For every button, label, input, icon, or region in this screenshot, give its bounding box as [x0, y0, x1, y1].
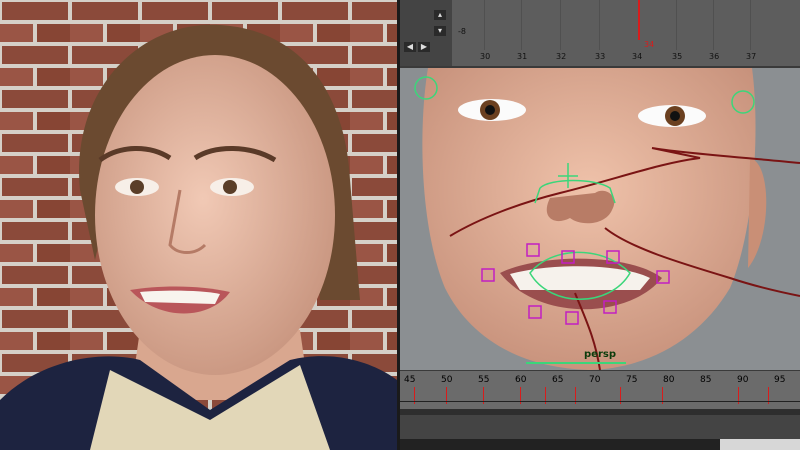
graph-x-tick: 32 — [556, 52, 567, 61]
command-result — [720, 439, 800, 450]
graph-x-tick: 33 — [595, 52, 606, 61]
range-slider[interactable] — [400, 409, 800, 450]
graph-x-tick: 36 — [709, 52, 720, 61]
graph-gridline — [521, 0, 522, 50]
reference-photo — [0, 0, 397, 450]
face-rig-render — [400, 68, 800, 370]
timeline-tick: 95 — [774, 375, 786, 385]
nav-next-button[interactable]: ▶ — [418, 42, 430, 52]
timeline-tick: 85 — [700, 375, 712, 385]
current-frame-label: 34 — [644, 40, 655, 49]
perspective-viewport[interactable]: persp — [400, 68, 800, 370]
graph-editor[interactable]: ▴ ▾ ◀ ▶ -8 30 31 32 33 34 35 36 37 34 — [400, 0, 800, 66]
current-frame-marker[interactable] — [638, 0, 640, 40]
animation-app: ▴ ▾ ◀ ▶ -8 30 31 32 33 34 35 36 37 34 pe… — [400, 0, 800, 450]
graph-editor-sidebar: ▴ ▾ ◀ ▶ — [400, 0, 452, 66]
graph-x-tick: 30 — [480, 52, 491, 61]
camera-label: persp — [584, 349, 616, 360]
timeline-tick: 50 — [441, 375, 453, 385]
graph-gridline — [750, 0, 751, 50]
timeline-tick: 80 — [663, 375, 675, 385]
timeline-tick: 90 — [737, 375, 749, 385]
timeline-tick: 45 — [404, 375, 416, 385]
range-bar — [400, 409, 800, 415]
timeline-baseline — [400, 401, 800, 402]
graph-x-tick: 35 — [672, 52, 683, 61]
video-frame — [0, 0, 397, 450]
nav-prev-button[interactable]: ◀ — [404, 42, 416, 52]
timeline-tick: 55 — [478, 375, 490, 385]
scroll-up-icon[interactable]: ▴ — [434, 10, 446, 20]
timeline-tick: 60 — [515, 375, 527, 385]
graph-plot-area[interactable] — [452, 0, 800, 50]
time-slider[interactable]: 45 50 55 60 65 70 75 80 85 90 95 — [400, 371, 800, 409]
graph-x-tick: 34 — [632, 52, 643, 61]
timeline-tick: 75 — [626, 375, 638, 385]
timeline-tick: 70 — [589, 375, 601, 385]
graph-gridline — [484, 0, 485, 50]
graph-gridline — [676, 0, 677, 50]
scroll-down-icon[interactable]: ▾ — [434, 26, 446, 36]
graph-gridline — [560, 0, 561, 50]
graph-gridline — [599, 0, 600, 50]
graph-gridline — [713, 0, 714, 50]
graph-y-tick: -8 — [458, 27, 466, 36]
timeline-tick: 65 — [552, 375, 564, 385]
graph-x-tick: 37 — [746, 52, 757, 61]
graph-x-tick: 31 — [517, 52, 528, 61]
